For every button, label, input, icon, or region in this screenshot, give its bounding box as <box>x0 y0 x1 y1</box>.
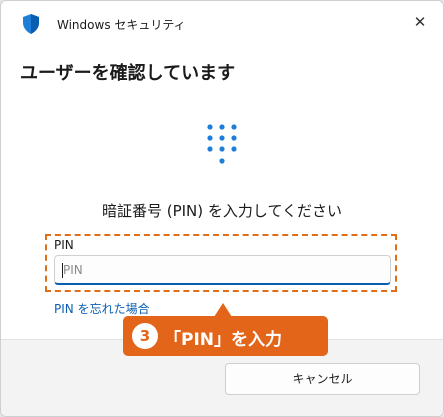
text-caret <box>62 263 63 278</box>
cancel-button[interactable]: キャンセル <box>225 363 420 395</box>
callout-pointer <box>214 303 232 317</box>
forgot-pin-link[interactable]: PIN を忘れた場合 <box>54 300 150 317</box>
window-title: Windows セキュリティ <box>57 18 186 32</box>
shield-icon <box>21 13 41 35</box>
security-dialog: Windows セキュリティ ✕ ユーザーを確認しています 暗証番号 (PIN)… <box>0 0 444 417</box>
title-bar: Windows セキュリティ ✕ <box>1 1 443 45</box>
pin-prompt: 暗証番号 (PIN) を入力してください <box>101 202 343 220</box>
close-icon[interactable]: ✕ <box>409 11 431 33</box>
pin-input[interactable] <box>54 255 391 285</box>
dialog-heading: ユーザーを確認しています <box>20 63 236 84</box>
keypad-icon <box>202 123 242 167</box>
callout-text: 「PIN」を入力 <box>164 330 283 350</box>
pin-field-label: PIN <box>54 238 74 252</box>
step-number-badge: 3 <box>132 323 158 349</box>
